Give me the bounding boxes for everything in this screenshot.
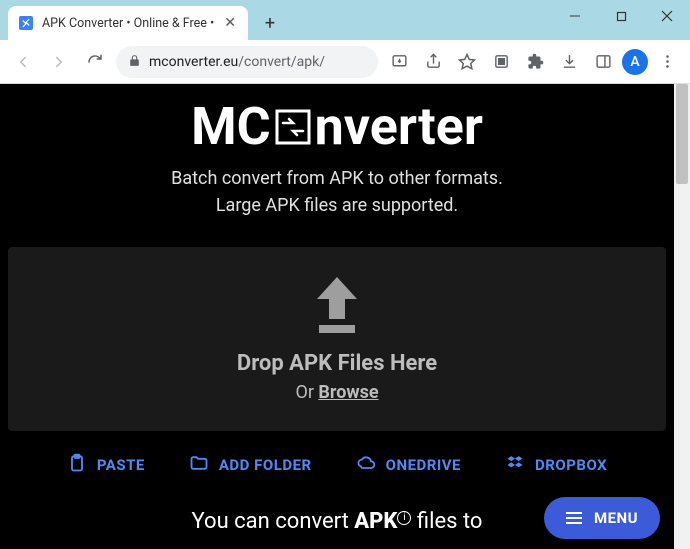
tab-close-icon[interactable]: ✕: [222, 15, 238, 31]
action-row: PASTE ADD FOLDER ONEDRIVE DROPBOX: [0, 453, 674, 477]
bookmark-star-icon[interactable]: [452, 47, 482, 77]
tab-favicon-icon: [18, 15, 34, 31]
toolbar-icons: A: [384, 47, 682, 77]
dropzone[interactable]: Drop APK Files Here Or Browse: [8, 247, 666, 431]
close-button[interactable]: [644, 0, 690, 32]
minimize-button[interactable]: [552, 0, 598, 32]
menu-dots-icon[interactable]: [652, 47, 682, 77]
new-tab-button[interactable]: +: [256, 9, 284, 37]
extensions-icon[interactable]: [520, 47, 550, 77]
hamburger-icon: [566, 512, 582, 524]
paste-button[interactable]: PASTE: [67, 453, 145, 477]
back-button[interactable]: [8, 47, 38, 77]
converter-logo-icon: [275, 109, 311, 145]
dropbox-button[interactable]: DROPBOX: [505, 453, 607, 477]
drop-or: Or Browse: [28, 382, 646, 403]
reading-list-icon[interactable]: [486, 47, 516, 77]
browser-tab[interactable]: APK Converter • Online & Free • ✕: [8, 6, 248, 40]
info-icon[interactable]: i: [397, 511, 411, 525]
drop-title: Drop APK Files Here: [28, 351, 646, 376]
clipboard-icon: [67, 453, 87, 477]
folder-icon: [189, 453, 209, 477]
install-app-icon[interactable]: [384, 47, 414, 77]
side-panel-icon[interactable]: [588, 47, 618, 77]
page-content: MC nverter Batch convert from APK to oth…: [0, 84, 674, 549]
tab-title: APK Converter • Online & Free •: [42, 16, 214, 31]
onedrive-button[interactable]: ONEDRIVE: [356, 453, 461, 477]
address-bar[interactable]: mconverter.eu/convert/apk/: [116, 46, 378, 78]
browser-toolbar: mconverter.eu/convert/apk/ A: [0, 40, 690, 84]
scrollbar-thumb[interactable]: [676, 84, 688, 184]
reload-button[interactable]: [80, 47, 110, 77]
menu-fab-button[interactable]: MENU: [544, 497, 660, 539]
browse-link[interactable]: Browse: [318, 382, 378, 403]
downloads-icon[interactable]: [554, 47, 584, 77]
site-logo: MC nverter: [0, 84, 674, 157]
upload-icon: [311, 277, 363, 335]
url-text: mconverter.eu/convert/apk/: [149, 54, 366, 70]
subtitle: Batch convert from APK to other formats.…: [0, 165, 674, 219]
share-icon[interactable]: [418, 47, 448, 77]
profile-avatar[interactable]: A: [622, 49, 648, 75]
window-controls: [552, 0, 690, 32]
lock-icon: [128, 54, 141, 70]
forward-button[interactable]: [44, 47, 74, 77]
scrollbar[interactable]: [674, 84, 690, 549]
maximize-button[interactable]: [598, 0, 644, 32]
dropbox-icon: [505, 453, 525, 477]
onedrive-icon: [356, 453, 376, 477]
add-folder-button[interactable]: ADD FOLDER: [189, 453, 312, 477]
